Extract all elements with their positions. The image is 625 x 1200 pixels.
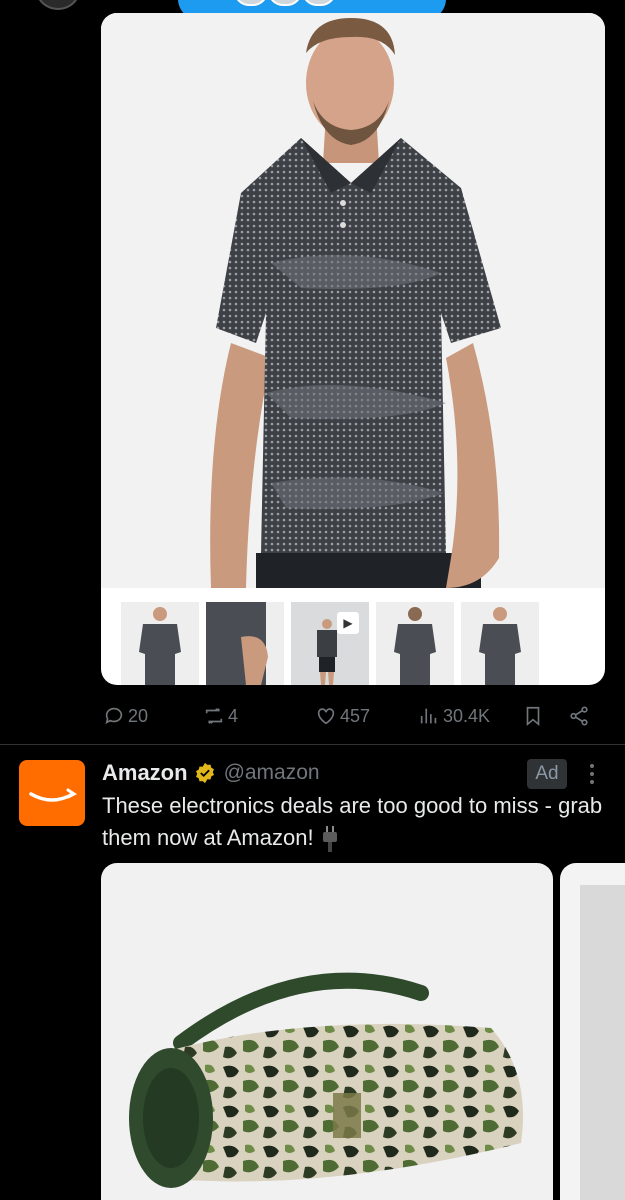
thumbnail-side[interactable] [206,602,284,685]
analytics-icon [420,708,437,724]
ad-carousel-card[interactable] [101,863,553,1200]
reply-button[interactable]: 20 [103,700,148,732]
bookmark-button[interactable] [522,700,547,732]
post-divider [0,744,625,745]
repost-icon [205,708,223,724]
like-count: 457 [340,705,371,726]
amazon-smile-logo-icon [29,788,77,802]
post-action-bar: 20 4 457 30.4K [0,700,625,732]
product-card[interactable]: ▶ [101,13,605,685]
verified-badge-icon [195,762,214,784]
bookmark-icon [526,706,540,727]
repost-count: 4 [228,705,239,726]
thumbnail-back[interactable] [376,602,454,685]
repost-button[interactable]: 4 [203,700,238,732]
play-icon: ▶ [337,612,359,634]
reply-count: 20 [128,705,149,726]
pill-avatar [234,0,268,6]
thumbnail-front[interactable] [121,602,199,685]
ad-badge: Ad [527,759,567,789]
share-button[interactable] [568,700,593,732]
like-button[interactable]: 457 [315,700,370,732]
author-name[interactable]: Amazon [102,760,188,786]
electric-plug-icon [322,826,337,853]
pill-avatar [268,0,302,6]
reply-icon [105,707,123,724]
author-handle[interactable]: @amazon [224,761,320,785]
amazon-avatar[interactable] [19,760,85,826]
ad-post-text: These electronics deals are too good to … [102,790,612,854]
share-icon [570,706,588,726]
product-main-image[interactable] [101,13,605,593]
views-count: 30.4K [443,705,491,726]
heart-icon [317,708,335,725]
more-options-icon[interactable] [586,760,598,788]
views-button[interactable]: 30.4K [418,700,490,732]
pill-avatar [302,0,336,6]
ad-post-header: Amazon @amazon [102,758,320,788]
jbl-camo-speaker-image [129,972,523,1188]
thumbnail-video[interactable]: ▶ [291,602,369,685]
thumbnail-front-2[interactable] [461,602,539,685]
previous-post-avatar[interactable] [36,0,80,10]
model-in-camo-polo-image [210,18,501,593]
ad-carousel-next-card[interactable] [560,863,625,1200]
next-product-image [580,885,625,1200]
ad-post-body: These electronics deals are too good to … [102,793,603,850]
